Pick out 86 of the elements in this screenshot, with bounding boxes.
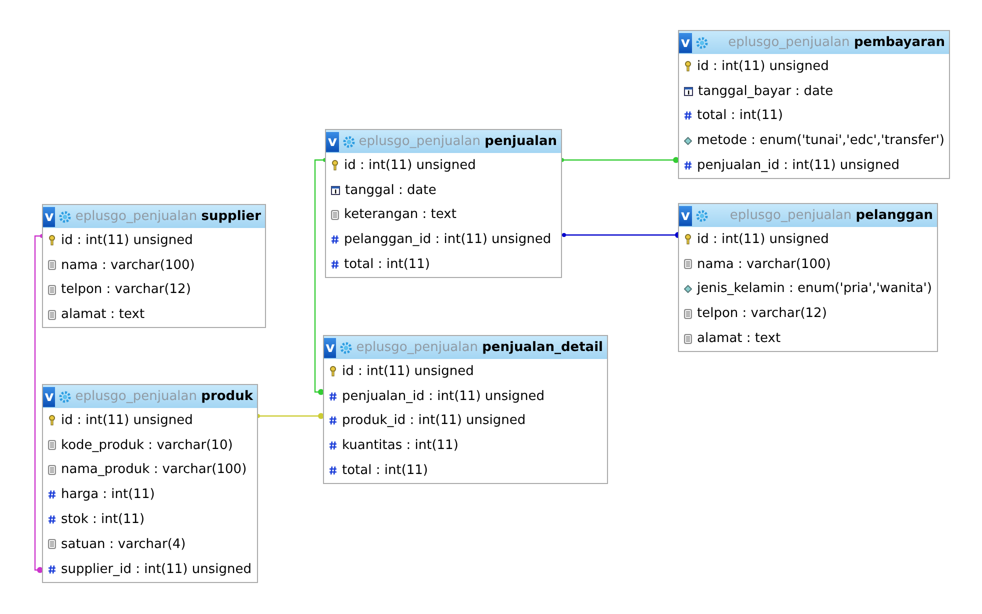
table-card[interactable]: v eplusgo_penjualan penjualan_detail id : int(11) unsigned penjualan_id : int(11) unsigned produk_id : int(11) unsigned kuantitas : int(11) total : int(11) [323, 335, 608, 484]
hash-icon [329, 416, 337, 426]
column-label: nama : varchar(100) [697, 256, 831, 272]
table-card[interactable]: v eplusgo_penjualan penjualan id : int(11) unsigned tanggal : date keterangan : text pelanggan_id : int(11) unsigned total : int(11) [325, 129, 562, 278]
column-label: total : int(11) [697, 108, 784, 124]
table-card[interactable]: v eplusgo_penjualan pembayaran id : int(11) unsigned tanggal_bayar : date total : int(11) metode : enum('tunai','edc','transfer') penjualan_id : int(11) unsigned [678, 30, 950, 179]
column-label: id : int(11) unsigned [697, 232, 829, 247]
table-title: eplusgo_penjualan penjualan [358, 134, 557, 149]
column-label: tanggal_bayar : date [698, 84, 834, 99]
hash-icon [331, 260, 339, 270]
key-icon [48, 414, 56, 426]
hash-icon [48, 490, 56, 500]
column-label: telpon : varchar(12) [61, 282, 191, 298]
toggle-button[interactable]: v [679, 206, 692, 226]
diamond-icon [684, 284, 692, 293]
document-icon [48, 440, 56, 450]
column-label: supplier_id : int(11) unsigned [61, 562, 252, 577]
calendar-icon [331, 186, 340, 195]
hash-icon [329, 392, 337, 401]
document-icon [331, 210, 339, 220]
table-card[interactable]: v eplusgo_penjualan supplier id : int(11) unsigned nama : varchar(100) telpon : varchar(12) alamat : text [42, 204, 266, 328]
table-title: eplusgo_penjualan pembayaran [727, 35, 945, 50]
gear-icon[interactable] [59, 210, 72, 222]
document-icon [684, 334, 692, 344]
column-label: alamat : text [61, 307, 145, 322]
column-label: stok : int(11) [61, 512, 145, 528]
document-icon [48, 310, 56, 320]
column-label: jenis_kelamin : enum('pria','wanita') [697, 281, 932, 296]
column-label: total : int(11) [344, 257, 430, 272]
hash-icon [684, 161, 692, 170]
column-label: satuan : varchar(4) [61, 536, 186, 552]
diamond-icon [684, 136, 692, 145]
calendar-icon [684, 86, 693, 96]
document-icon [684, 308, 692, 319]
document-icon [48, 539, 56, 550]
key-icon [329, 366, 337, 377]
column-label: id : int(11) unsigned [61, 412, 193, 428]
document-icon [48, 464, 56, 475]
hash-icon [48, 564, 56, 574]
hash-icon [329, 441, 337, 450]
hash-icon [331, 235, 339, 244]
column-label: id : int(11) unsigned [61, 232, 193, 248]
column-label: kode_produk : varchar(10) [61, 438, 233, 453]
hash-icon [329, 466, 337, 476]
column-label: pelanggan_id : int(11) unsigned [344, 232, 552, 248]
table-title: eplusgo_penjualan penjualan_detail [356, 340, 603, 355]
table-card[interactable]: v eplusgo_penjualan pelanggan id : int(11) unsigned nama : varchar(100) jenis_kelamin : enum('pria','wanita') telpon : varchar(12) alamat : text [678, 203, 938, 352]
gear-icon[interactable] [340, 342, 352, 354]
column-label: metode : enum('tunai','edc','transfer') [697, 133, 944, 148]
toggle-button[interactable]: v [43, 386, 56, 406]
key-icon [684, 60, 692, 72]
table-title: eplusgo_penjualan produk [75, 389, 253, 404]
gear-icon[interactable] [59, 390, 72, 402]
column-label: kuantitas : int(11) [342, 438, 458, 454]
hash-icon [48, 515, 56, 524]
column-label: penjualan_id : int(11) unsigned [697, 158, 900, 174]
table-title: eplusgo_penjualan pelanggan [728, 208, 933, 223]
column-label: nama_produk : varchar(100) [61, 462, 247, 478]
document-icon [684, 259, 692, 270]
document-icon [48, 260, 56, 270]
key-icon [48, 234, 56, 246]
column-label: harga : int(11) [61, 487, 155, 502]
table-title: eplusgo_penjualan supplier [75, 209, 261, 224]
column-label: id : int(11) unsigned [342, 364, 474, 379]
gear-icon[interactable] [696, 210, 708, 222]
column-label: id : int(11) unsigned [344, 158, 476, 173]
column-label: nama : varchar(100) [61, 258, 195, 273]
gear-icon[interactable] [696, 36, 708, 48]
key-icon [331, 160, 339, 171]
toggle-button[interactable]: v [679, 32, 692, 52]
column-label: alamat : text [697, 331, 781, 346]
key-icon [684, 234, 692, 245]
column-label: tanggal : date [345, 182, 436, 198]
toggle-button[interactable]: v [324, 338, 336, 358]
column-label: produk_id : int(11) unsigned [342, 413, 526, 428]
column-label: penjualan_id : int(11) unsigned [342, 388, 545, 404]
table-card[interactable]: v eplusgo_penjualan produk id : int(11) unsigned kode_produk : varchar(10) nama_produk : varchar(100) harga : int(11) stok : int(11) satuan : varchar(4) supplier_id : int(11) unsigned [42, 384, 258, 583]
gear-icon[interactable] [342, 136, 355, 148]
toggle-button[interactable]: v [43, 206, 56, 226]
column-label: total : int(11) [342, 463, 428, 478]
toggle-button[interactable]: v [326, 132, 339, 152]
column-label: telpon : varchar(12) [697, 306, 827, 322]
hash-icon [684, 111, 692, 120]
column-label: id : int(11) unsigned [697, 58, 829, 74]
document-icon [48, 284, 56, 295]
column-label: keterangan : text [344, 207, 456, 222]
